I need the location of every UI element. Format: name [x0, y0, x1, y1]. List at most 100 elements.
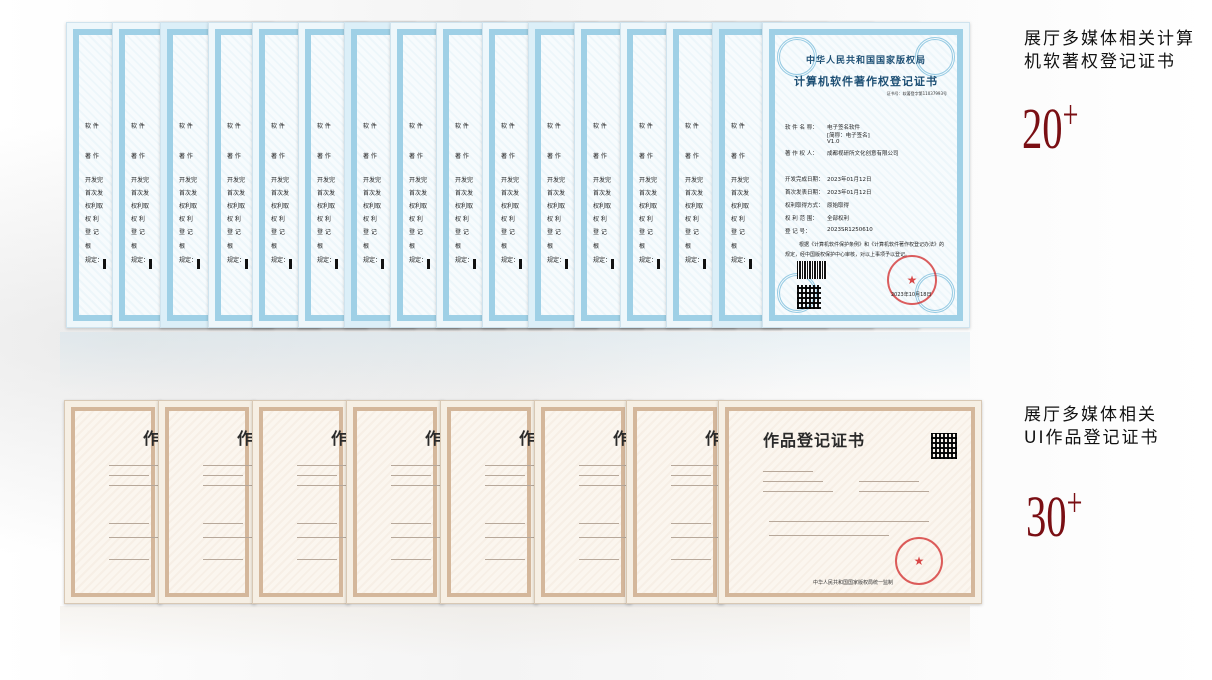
field-label: 权 利 — [131, 216, 145, 223]
text-line — [109, 465, 159, 466]
works-count: 30+ — [1026, 480, 1082, 546]
field-label: 登 记 — [271, 229, 285, 236]
field-label: 软 件 — [179, 123, 193, 130]
field-label: 著 作 — [317, 153, 331, 160]
barcode-icon — [289, 259, 292, 269]
field-label: 著 作 — [501, 153, 515, 160]
field-label: 首次发 — [685, 190, 704, 197]
field-label: 权 利 — [317, 216, 331, 223]
field-label: 首次发 — [731, 190, 750, 197]
field-label: 权 利 — [593, 216, 607, 223]
field-label: 权利取 — [317, 203, 336, 210]
field-label: 权 利 — [227, 216, 241, 223]
software-certificate-front[interactable]: 中华人民共和国国家版权局 计算机软件著作权登记证书 证书号：软著登字第11037… — [762, 22, 970, 328]
certificate-date: 2023年10月18日 — [891, 292, 932, 298]
software-certificates-reflection — [60, 332, 970, 392]
qr-code-icon — [797, 285, 821, 309]
field-label: 根 — [131, 243, 138, 250]
field-label: 首次发 — [85, 190, 104, 197]
field-label: 根 — [547, 243, 554, 250]
works-certificate: 作 — [626, 400, 724, 604]
software-heading-line: 展厅多媒体相关计算 — [1024, 29, 1195, 49]
field-label: 软 件 — [547, 123, 561, 130]
barcode-icon — [519, 259, 522, 269]
field-label: 权利取 — [363, 203, 382, 210]
field-label: 首次发 — [501, 190, 520, 197]
field-label: 开发完成日期： — [785, 177, 824, 183]
field-label: 根 — [317, 243, 324, 250]
text-line — [391, 559, 431, 560]
text-line — [671, 485, 721, 486]
field-label: 规定： — [227, 257, 246, 264]
works-certificate: 作 — [158, 400, 256, 604]
field-label: 规定： — [685, 257, 704, 264]
field-label: 开发完 — [593, 177, 612, 184]
field-label: 根 — [227, 243, 234, 250]
text-line — [391, 465, 441, 466]
works-count-plus: + — [1066, 480, 1083, 525]
text-line — [579, 465, 629, 466]
field-label: 软 件 — [731, 123, 745, 130]
field-label: 开发完 — [731, 177, 750, 184]
field-label: 开发完 — [363, 177, 382, 184]
certificate-title: 计算机软件著作权登记证书 — [794, 75, 938, 88]
software-count-plus: + — [1062, 92, 1079, 137]
field-label: 权 利 — [501, 216, 515, 223]
field-label: 首次发 — [547, 190, 566, 197]
field-value: V1.0 — [827, 139, 840, 145]
field-label: 软 件 — [685, 123, 699, 130]
text-line — [391, 475, 431, 476]
text-line — [671, 465, 721, 466]
field-label: 登 记 — [363, 229, 377, 236]
field-label: 开发完 — [455, 177, 474, 184]
barcode-icon — [245, 259, 248, 269]
field-label: 登 记 — [547, 229, 561, 236]
field-label: 规定： — [501, 257, 520, 264]
text-line — [203, 523, 243, 524]
works-certificate-front[interactable]: 作品登记证书 ★ 中华人民共和国国家版权局统一监制 — [718, 400, 982, 604]
field-label: 规定： — [409, 257, 428, 264]
field-label: 开发完 — [547, 177, 566, 184]
barcode-icon — [335, 259, 338, 269]
field-value: 2023年01月12日 — [827, 177, 872, 183]
software-heading-line: 机软著权登记证书 — [1024, 52, 1176, 72]
field-label: 权利取 — [547, 203, 566, 210]
barcode-icon — [197, 259, 200, 269]
field-label: 权利取 — [271, 203, 290, 210]
field-label: 软 件 — [227, 123, 241, 130]
field-value: 2023年01月12日 — [827, 190, 872, 196]
field-label: 软 件 — [131, 123, 145, 130]
field-label: 规定： — [547, 257, 566, 264]
text-line — [391, 537, 441, 538]
text-line — [297, 465, 347, 466]
field-label: 著 作 — [363, 153, 377, 160]
text-line — [485, 485, 535, 486]
text-line — [109, 523, 149, 524]
field-label: 规定： — [639, 257, 658, 264]
field-value: [简称：电子签名] — [827, 133, 870, 139]
qr-code-icon — [931, 433, 957, 459]
barcode-icon — [103, 259, 106, 269]
barcode-icon — [473, 259, 476, 269]
works-heading: 展厅多媒体相关 UI作品登记证书 — [1024, 404, 1159, 450]
barcode-icon — [797, 261, 827, 279]
certificate-title: 作 — [142, 429, 159, 448]
field-label: 权 利 — [685, 216, 699, 223]
field-label: 权 利 — [179, 216, 193, 223]
field-label: 权利取 — [731, 203, 750, 210]
works-heading-line: 展厅多媒体相关 — [1024, 405, 1157, 425]
field-label: 首次发 — [179, 190, 198, 197]
barcode-icon — [657, 259, 660, 269]
text-line — [203, 537, 253, 538]
field-label: 开发完 — [317, 177, 336, 184]
field-label: 权 利 — [85, 216, 99, 223]
text-line — [579, 537, 629, 538]
certificate-title: 作品登记证书 — [762, 431, 865, 450]
field-label: 权利取 — [85, 203, 104, 210]
field-label: 登 记 — [131, 229, 145, 236]
field-label: 权利取 — [179, 203, 198, 210]
field-label: 开发完 — [409, 177, 428, 184]
text-line — [485, 465, 535, 466]
field-label: 权利取 — [639, 203, 658, 210]
software-count-value: 20 — [1022, 96, 1063, 161]
